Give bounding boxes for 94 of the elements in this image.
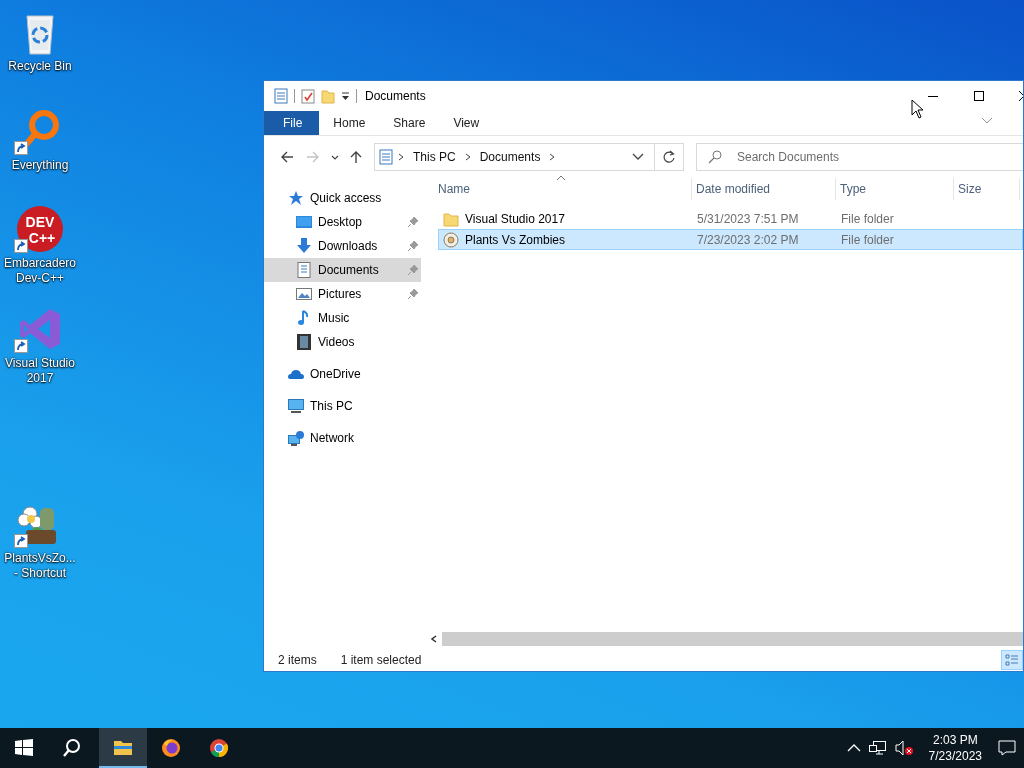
network-icon[interactable]: [868, 740, 887, 756]
dropdown-caret-icon[interactable]: [341, 91, 350, 101]
notifications-icon[interactable]: [998, 740, 1016, 756]
close-icon: [1019, 91, 1023, 101]
back-arrow-icon: [280, 150, 294, 164]
file-menu-button[interactable]: File: [264, 111, 320, 135]
sidebar-item[interactable]: Pictures: [264, 282, 421, 306]
sidebar-item[interactable]: Videos: [264, 330, 421, 354]
sidebar-item-label: This PC: [310, 399, 353, 413]
show-hidden-icons-icon[interactable]: [846, 743, 861, 753]
firefox-icon: [161, 738, 181, 758]
sidebar-item[interactable]: Desktop: [264, 210, 421, 234]
type-cell-text: File folder: [840, 211, 895, 226]
file-name: Visual Studio 2017: [465, 211, 565, 226]
horizontal-scrollbar[interactable]: [442, 632, 1023, 646]
date-modified-cell-text: 7/23/2023 2:02 PM: [696, 232, 800, 247]
film-icon: [296, 334, 312, 350]
sidebar-item-label: Network: [310, 431, 354, 445]
sidebar-item-label: Quick access: [310, 191, 382, 205]
properties-checkmark-icon[interactable]: [301, 88, 315, 104]
status-text: 1 item selected: [340, 653, 422, 667]
address-dropdown-icon[interactable]: [632, 153, 644, 161]
column-header[interactable]: Name: [434, 178, 692, 200]
sidebar-item[interactable]: Downloads: [264, 234, 421, 258]
sidebar-item-label: Downloads: [318, 239, 378, 253]
clock-date[interactable]: 7/23/2023: [928, 748, 982, 764]
ribbon-tab[interactable]: Share: [379, 111, 440, 135]
window-title: Documents: [365, 89, 427, 103]
column-header-label: Name: [438, 182, 470, 196]
type-cell-text: File folder: [840, 232, 895, 247]
sidebar-item-label: Music: [318, 311, 350, 325]
column-header-label: Type: [840, 182, 866, 196]
search-field[interactable]: Search Documents: [696, 143, 1023, 171]
desktop-icon-label[interactable]: Everything: [1, 158, 79, 173]
muted-speaker-icon[interactable]: [894, 740, 913, 756]
sidebar-item[interactable]: Music: [264, 306, 421, 330]
chevron-icon[interactable]: [397, 152, 405, 162]
desktop-icon: [296, 214, 312, 230]
column-header[interactable]: Date modified: [692, 178, 836, 200]
refresh-icon: [662, 150, 676, 164]
ribbon-tab[interactable]: View: [439, 111, 494, 135]
column-header[interactable]: Type: [836, 178, 954, 200]
breadcrumb[interactable]: Documents: [479, 150, 541, 164]
mouse-cursor-icon: [911, 99, 924, 119]
date-modified-cell-text: 5/31/2023 7:51 PM: [696, 211, 800, 226]
column-header-label: Date modified: [696, 182, 771, 196]
column-header-label: Size: [958, 182, 982, 196]
maximize-icon: [974, 91, 984, 101]
expand-ribbon-icon[interactable]: [981, 117, 993, 125]
pin-icon[interactable]: [407, 288, 419, 300]
windows-logo-icon: [14, 738, 34, 758]
address-bar[interactable]: This PC Documents: [374, 143, 684, 171]
forward-arrow-icon: [306, 150, 320, 164]
file-name: Plants Vs Zombies: [465, 232, 566, 247]
details-list-icon: [1005, 654, 1019, 666]
sidebar-item-label: OneDrive: [310, 367, 361, 381]
document-icon: [296, 262, 312, 278]
pin-icon[interactable]: [407, 240, 419, 252]
computer-icon: [288, 398, 304, 414]
ribbon-tab[interactable]: Home: [319, 111, 380, 135]
sidebar-item-label: Pictures: [318, 287, 362, 301]
pin-icon[interactable]: [407, 216, 419, 228]
sidebar-item[interactable]: Network: [264, 426, 421, 450]
sidebar-item[interactable]: Documents: [264, 258, 421, 282]
status-text: 2 items: [278, 653, 317, 667]
chevron-icon[interactable]: [463, 152, 472, 162]
chevron-icon[interactable]: [548, 152, 557, 162]
disc-icon: [443, 231, 459, 248]
taskbar-button[interactable]: [99, 728, 147, 768]
up-arrow-icon: [349, 150, 363, 164]
star-icon: [288, 190, 304, 206]
sidebar-item-label: Desktop: [318, 215, 363, 229]
document-icon: [379, 149, 393, 165]
search-icon: [708, 150, 722, 164]
sidebar-item[interactable]: Quick access: [264, 186, 421, 210]
picture-icon: [296, 286, 312, 302]
dev-cpp-icon[interactable]: DEV C++: [16, 205, 64, 253]
download-arrow-icon: [296, 238, 312, 254]
sort-ascending-icon[interactable]: [556, 175, 566, 181]
sidebar-item[interactable]: This PC: [264, 394, 421, 418]
sidebar-item-label: Videos: [318, 335, 355, 349]
folder-icon: [443, 210, 459, 227]
desktop-icon-label[interactable]: Recycle Bin: [1, 59, 79, 74]
breadcrumb[interactable]: This PC: [413, 150, 456, 164]
sidebar-item-label: Documents: [318, 263, 379, 277]
search-icon: [62, 738, 82, 758]
clock-time[interactable]: 2:03 PM: [932, 732, 978, 748]
file-row[interactable]: Visual Studio 2017 5/31/2023 7:51 PM File folder: [438, 208, 1023, 229]
left-chevron-icon: [431, 635, 437, 643]
file-row[interactable]: Plants Vs Zombies 7/23/2023 2:02 PM File folder: [438, 229, 1023, 250]
network-icon: [288, 430, 304, 446]
column-header[interactable]: Size: [954, 178, 1020, 200]
chrome-icon: [209, 738, 229, 758]
sidebar-item[interactable]: OneDrive: [264, 362, 421, 386]
